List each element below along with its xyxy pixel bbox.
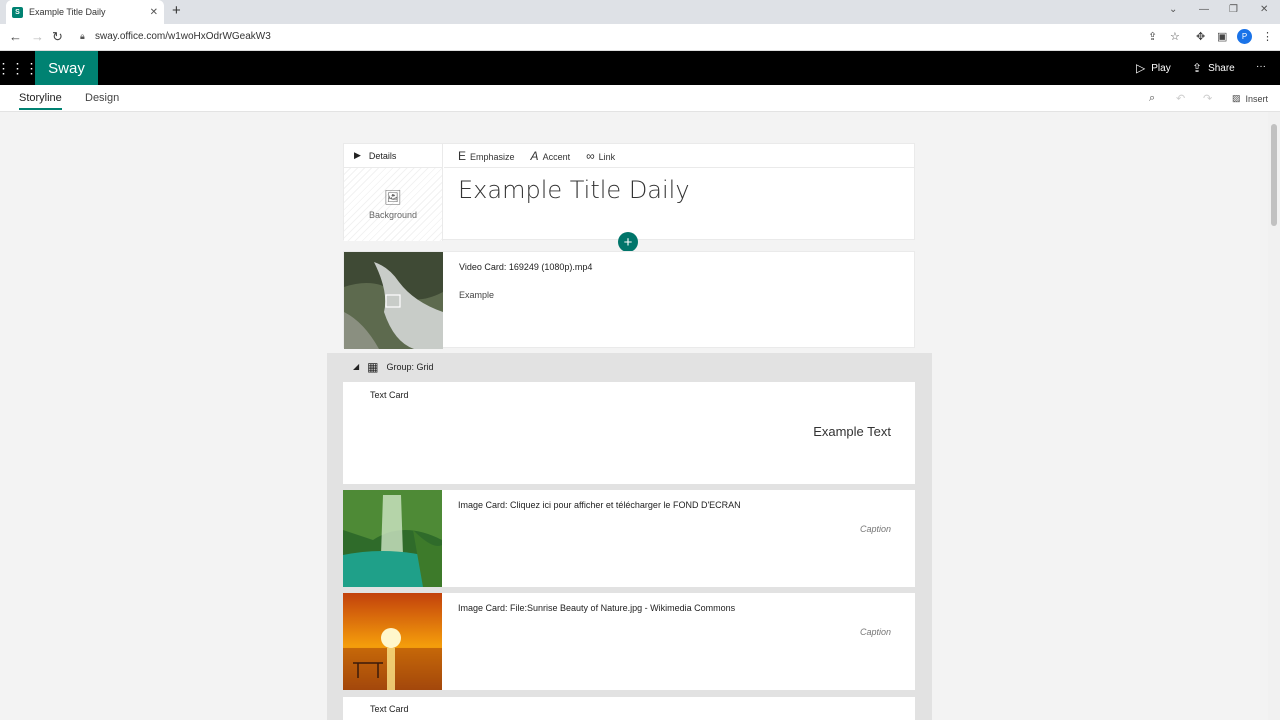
close-window-icon[interactable]: ✕ [1260, 4, 1268, 15]
image-card-caption[interactable]: Caption [860, 524, 891, 534]
details-label: Details [368, 150, 397, 161]
text-toolbar: E Emphasize A Accent ∞ Link [444, 144, 914, 168]
emphasize-icon: E [458, 148, 467, 163]
video-card[interactable]: Video Card: 169249 (1080p).mp4 Example [343, 251, 915, 349]
text-card-content[interactable]: Example Text [813, 424, 891, 439]
profile-avatar[interactable]: P [1237, 29, 1252, 44]
insert-label: Insert [1245, 93, 1269, 104]
details-toggle[interactable]: ▶ Details [344, 144, 443, 168]
link-icon: ∞ [586, 148, 595, 163]
text-card[interactable]: Text Card [343, 697, 915, 720]
text-card-label: Text Card [370, 704, 409, 714]
image-card-title: Image Card: Cliquez ici pour afficher et… [458, 500, 741, 510]
play-icon: ▷ [1136, 61, 1146, 75]
image-card-title: Image Card: File:Sunrise Beauty of Natur… [458, 603, 736, 613]
accent-icon: A [530, 148, 539, 163]
sway-favicon-icon: S [12, 6, 23, 18]
minimize-icon[interactable]: — [1199, 4, 1209, 15]
browser-tab[interactable]: S Example Title Daily ✕ [6, 0, 164, 24]
url-field[interactable]: sway.office.com/w1woHxOdrWGeakW3 [95, 31, 271, 42]
more-options-icon[interactable]: ··· [1256, 61, 1266, 72]
share-label: Share [1208, 62, 1235, 74]
tab-design[interactable]: Design [85, 92, 119, 104]
image-card[interactable]: Image Card: File:Sunrise Beauty of Natur… [343, 593, 915, 690]
app-header: ⋮⋮⋮ Sway ▷ Play ⇪ Share ··· [0, 51, 1280, 85]
group-header[interactable]: ◢ ▦ Group: Grid [327, 353, 932, 380]
redo-icon[interactable]: ↷ [1203, 92, 1212, 105]
forward-icon[interactable]: → [31, 29, 44, 44]
browser-menu-icon[interactable]: ⋮ [1262, 30, 1273, 43]
video-card-title: Video Card: 169249 (1080p).mp4 [459, 262, 593, 272]
share-button[interactable]: ⇪ Share [1192, 61, 1235, 75]
text-card-label: Text Card [370, 390, 409, 400]
link-button[interactable]: ∞ Link [586, 149, 615, 163]
bookmark-star-icon[interactable]: ☆ [1170, 30, 1180, 43]
play-label: Play [1151, 62, 1171, 74]
image-icon: ▨ [1232, 93, 1241, 103]
ribbon: Storyline Design ⌕ ↶ ↷ ▨ Insert [0, 85, 1280, 112]
insert-button[interactable]: ▨ Insert [1232, 93, 1268, 104]
image-card[interactable]: Image Card: Cliquez ici pour afficher et… [343, 490, 915, 587]
back-icon[interactable]: ← [9, 29, 22, 44]
image-placeholder-icon: 🖼︎ [384, 189, 402, 205]
new-tab-icon[interactable]: + [172, 3, 181, 19]
close-tab-icon[interactable]: ✕ [150, 7, 158, 18]
collapse-caret-icon[interactable]: ◢ [353, 362, 359, 371]
side-panel-icon[interactable]: ▣ [1217, 30, 1227, 43]
share-icon: ⇪ [1192, 61, 1203, 75]
title-text[interactable]: Example Title Daily [458, 176, 690, 204]
image-card-caption[interactable]: Caption [860, 627, 891, 637]
caret-right-icon: ▶ [354, 150, 361, 160]
accent-button[interactable]: A Accent [531, 149, 571, 163]
add-card-button[interactable]: + [618, 232, 638, 252]
group-label: Group: Grid [386, 361, 434, 372]
waterfall-thumbnail [343, 490, 442, 587]
browser-tab-strip: S Example Title Daily ✕ + ⌄ — ❐ ✕ [0, 0, 1280, 24]
tab-title: Example Title Daily [29, 7, 106, 17]
background-label: Background [368, 210, 418, 220]
vertical-scrollbar[interactable] [1268, 112, 1280, 720]
search-icon[interactable]: ⌕ [1149, 92, 1155, 105]
app-launcher-icon[interactable]: ⋮⋮⋮ [0, 51, 39, 85]
tab-storyline[interactable]: Storyline [19, 92, 62, 110]
brand-logo[interactable]: Sway [35, 51, 98, 85]
video-card-text[interactable]: Example [459, 290, 494, 300]
emphasize-button[interactable]: E Emphasize [458, 149, 515, 163]
undo-icon[interactable]: ↶ [1176, 92, 1185, 105]
scrollbar-thumb[interactable] [1271, 124, 1277, 226]
share-page-icon[interactable]: ⇪ [1148, 30, 1157, 43]
text-card[interactable]: Text Card Example Text [343, 382, 915, 484]
grid-icon: ▦ [367, 359, 379, 374]
sunrise-thumbnail [343, 593, 442, 690]
tab-search-icon[interactable]: ⌄ [1169, 4, 1177, 15]
address-bar: ← → ↻ 🔒︎ sway.office.com/w1woHxOdrWGeakW… [0, 24, 1280, 51]
title-card[interactable]: ▶ Details 🖼︎ Background E Emphasize A Acce… [343, 143, 915, 241]
extensions-icon[interactable]: ✥ [1196, 30, 1205, 43]
video-thumbnail [344, 252, 443, 349]
restore-icon[interactable]: ❐ [1229, 4, 1238, 15]
play-button[interactable]: ▷ Play [1136, 61, 1171, 75]
background-slot[interactable]: 🖼︎ Background [344, 168, 443, 241]
lock-icon[interactable]: 🔒︎ [80, 31, 85, 42]
reload-icon[interactable]: ↻ [52, 29, 63, 45]
